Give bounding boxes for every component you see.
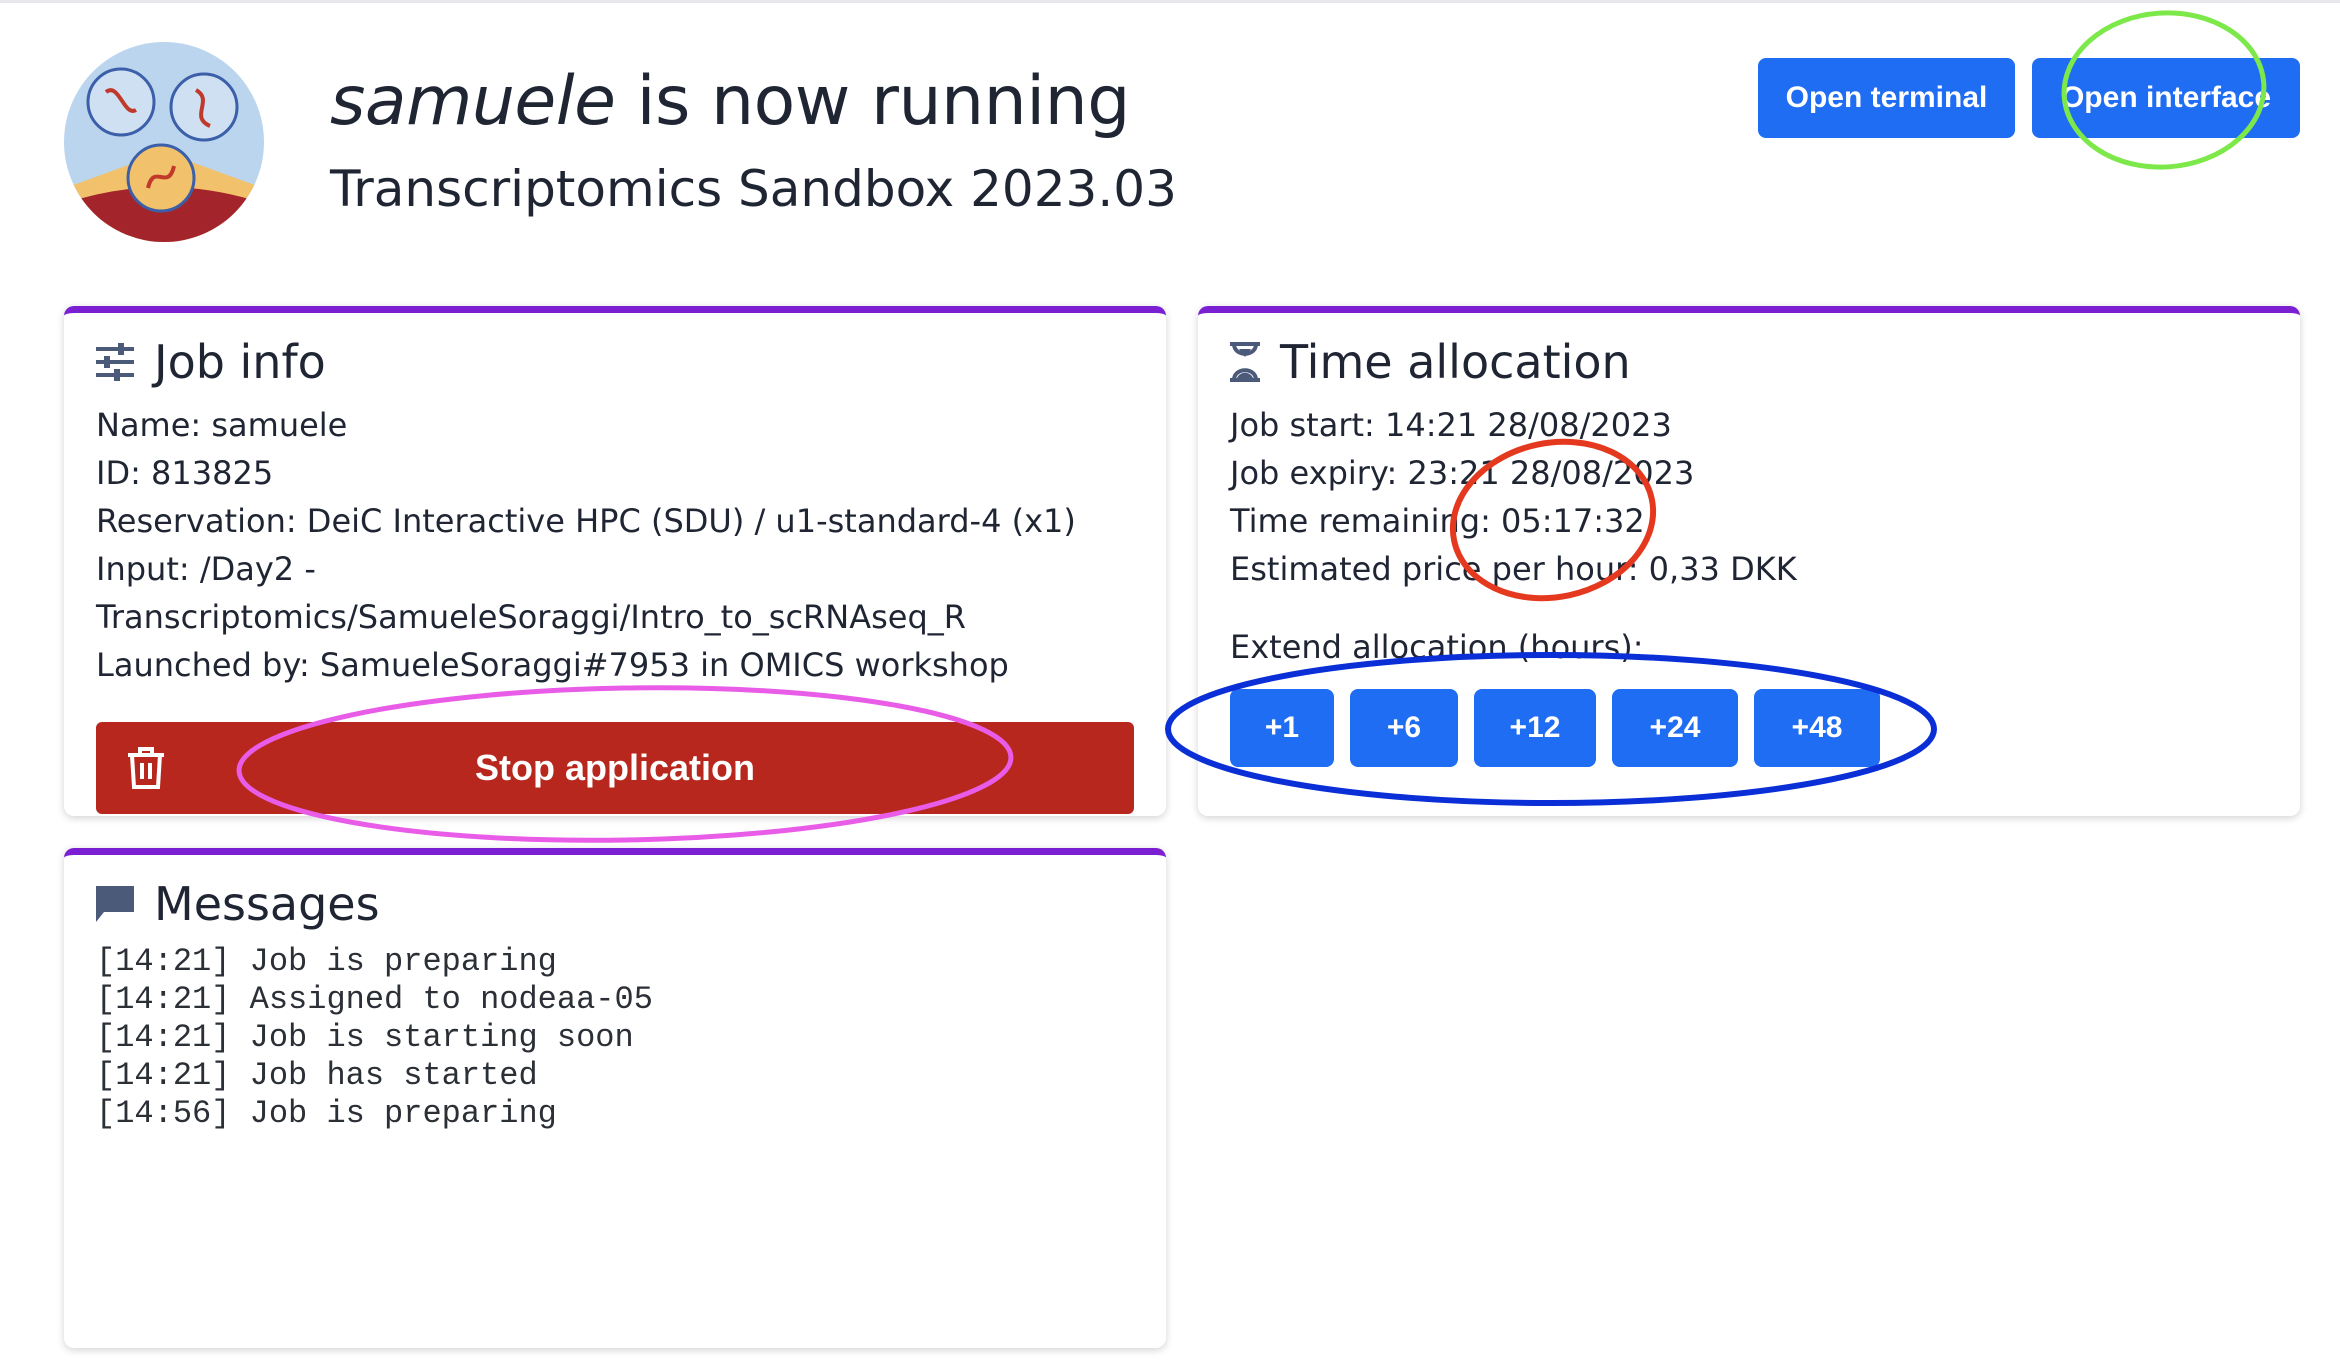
app-subtitle: Transcriptomics Sandbox 2023.03 bbox=[330, 160, 1177, 218]
message-line: [14:56] Job is preparing bbox=[96, 1095, 557, 1132]
extend-6h-button[interactable]: +6 bbox=[1350, 689, 1458, 767]
open-terminal-button[interactable]: Open terminal bbox=[1758, 58, 2015, 138]
message-line: [14:21] Job is starting soon bbox=[96, 1019, 634, 1056]
job-info-card: Job info Name: samuele ID: 813825 Reserv… bbox=[64, 306, 1166, 816]
time-allocation-card: Time allocation Job start: 14:21 28/08/2… bbox=[1198, 306, 2300, 816]
time-remaining-line: Time remaining: 05:17:32 bbox=[1230, 502, 1645, 540]
open-interface-button[interactable]: Open interface bbox=[2032, 58, 2300, 138]
running-status-text: is now running bbox=[615, 62, 1131, 141]
messages-header: Messages bbox=[94, 877, 380, 931]
trash-icon bbox=[128, 747, 164, 789]
reservation-line: Reservation: DeiC Interactive HPC (SDU) … bbox=[96, 502, 1076, 540]
job-id-line: ID: 813825 bbox=[96, 454, 274, 492]
message-line: [14:21] Job is preparing bbox=[96, 943, 557, 980]
hourglass-icon bbox=[1230, 342, 1260, 382]
launched-by-line: Launched by: SamueleSoraggi#7953 in OMIC… bbox=[96, 646, 1009, 684]
input-path-line: Transcriptomics/SamueleSoraggi/Intro_to_… bbox=[96, 598, 966, 636]
stop-application-label: Stop application bbox=[474, 747, 755, 788]
price-per-hour-line: Estimated price per hour: 0,33 DKK bbox=[1230, 550, 1797, 588]
input-line: Input: /Day2 - bbox=[96, 550, 316, 588]
extend-1h-button[interactable]: +1 bbox=[1230, 689, 1334, 767]
message-line: [14:21] Job has started bbox=[96, 1057, 538, 1094]
message-log: [14:21] Job is preparing [14:21] Assigne… bbox=[96, 943, 653, 1133]
top-divider bbox=[0, 0, 2340, 3]
messages-card: Messages [14:21] Job is preparing [14:21… bbox=[64, 848, 1166, 1348]
extend-allocation-buttons: +1 +6 +12 +24 +48 bbox=[1230, 689, 1880, 767]
message-line: [14:21] Assigned to nodeaa-05 bbox=[96, 981, 653, 1018]
job-name-line: Name: samuele bbox=[96, 406, 348, 444]
extend-12h-button[interactable]: +12 bbox=[1474, 689, 1596, 767]
job-info-details: Name: samuele ID: 813825 Reservation: De… bbox=[96, 401, 1076, 689]
job-expiry-line: Job expiry: 23:21 28/08/2023 bbox=[1230, 454, 1695, 492]
page-title: samuele is now running bbox=[330, 62, 1130, 141]
stop-application-button[interactable]: Stop application bbox=[96, 722, 1134, 814]
app-logo-icon bbox=[64, 42, 264, 242]
time-details: Job start: 14:21 28/08/2023 Job expiry: … bbox=[1230, 401, 1797, 593]
job-info-title: Job info bbox=[154, 335, 326, 389]
time-allocation-header: Time allocation bbox=[1228, 335, 1631, 389]
sliders-icon bbox=[96, 343, 134, 381]
extend-24h-button[interactable]: +24 bbox=[1612, 689, 1738, 767]
job-start-line: Job start: 14:21 28/08/2023 bbox=[1230, 406, 1672, 444]
extend-48h-button[interactable]: +48 bbox=[1754, 689, 1880, 767]
time-allocation-title: Time allocation bbox=[1280, 335, 1631, 389]
messages-title: Messages bbox=[154, 877, 380, 931]
job-info-header: Job info bbox=[94, 335, 326, 389]
job-name: samuele bbox=[330, 62, 616, 141]
chat-bubble-icon bbox=[96, 886, 134, 922]
extend-allocation-label: Extend allocation (hours): bbox=[1230, 628, 1644, 666]
